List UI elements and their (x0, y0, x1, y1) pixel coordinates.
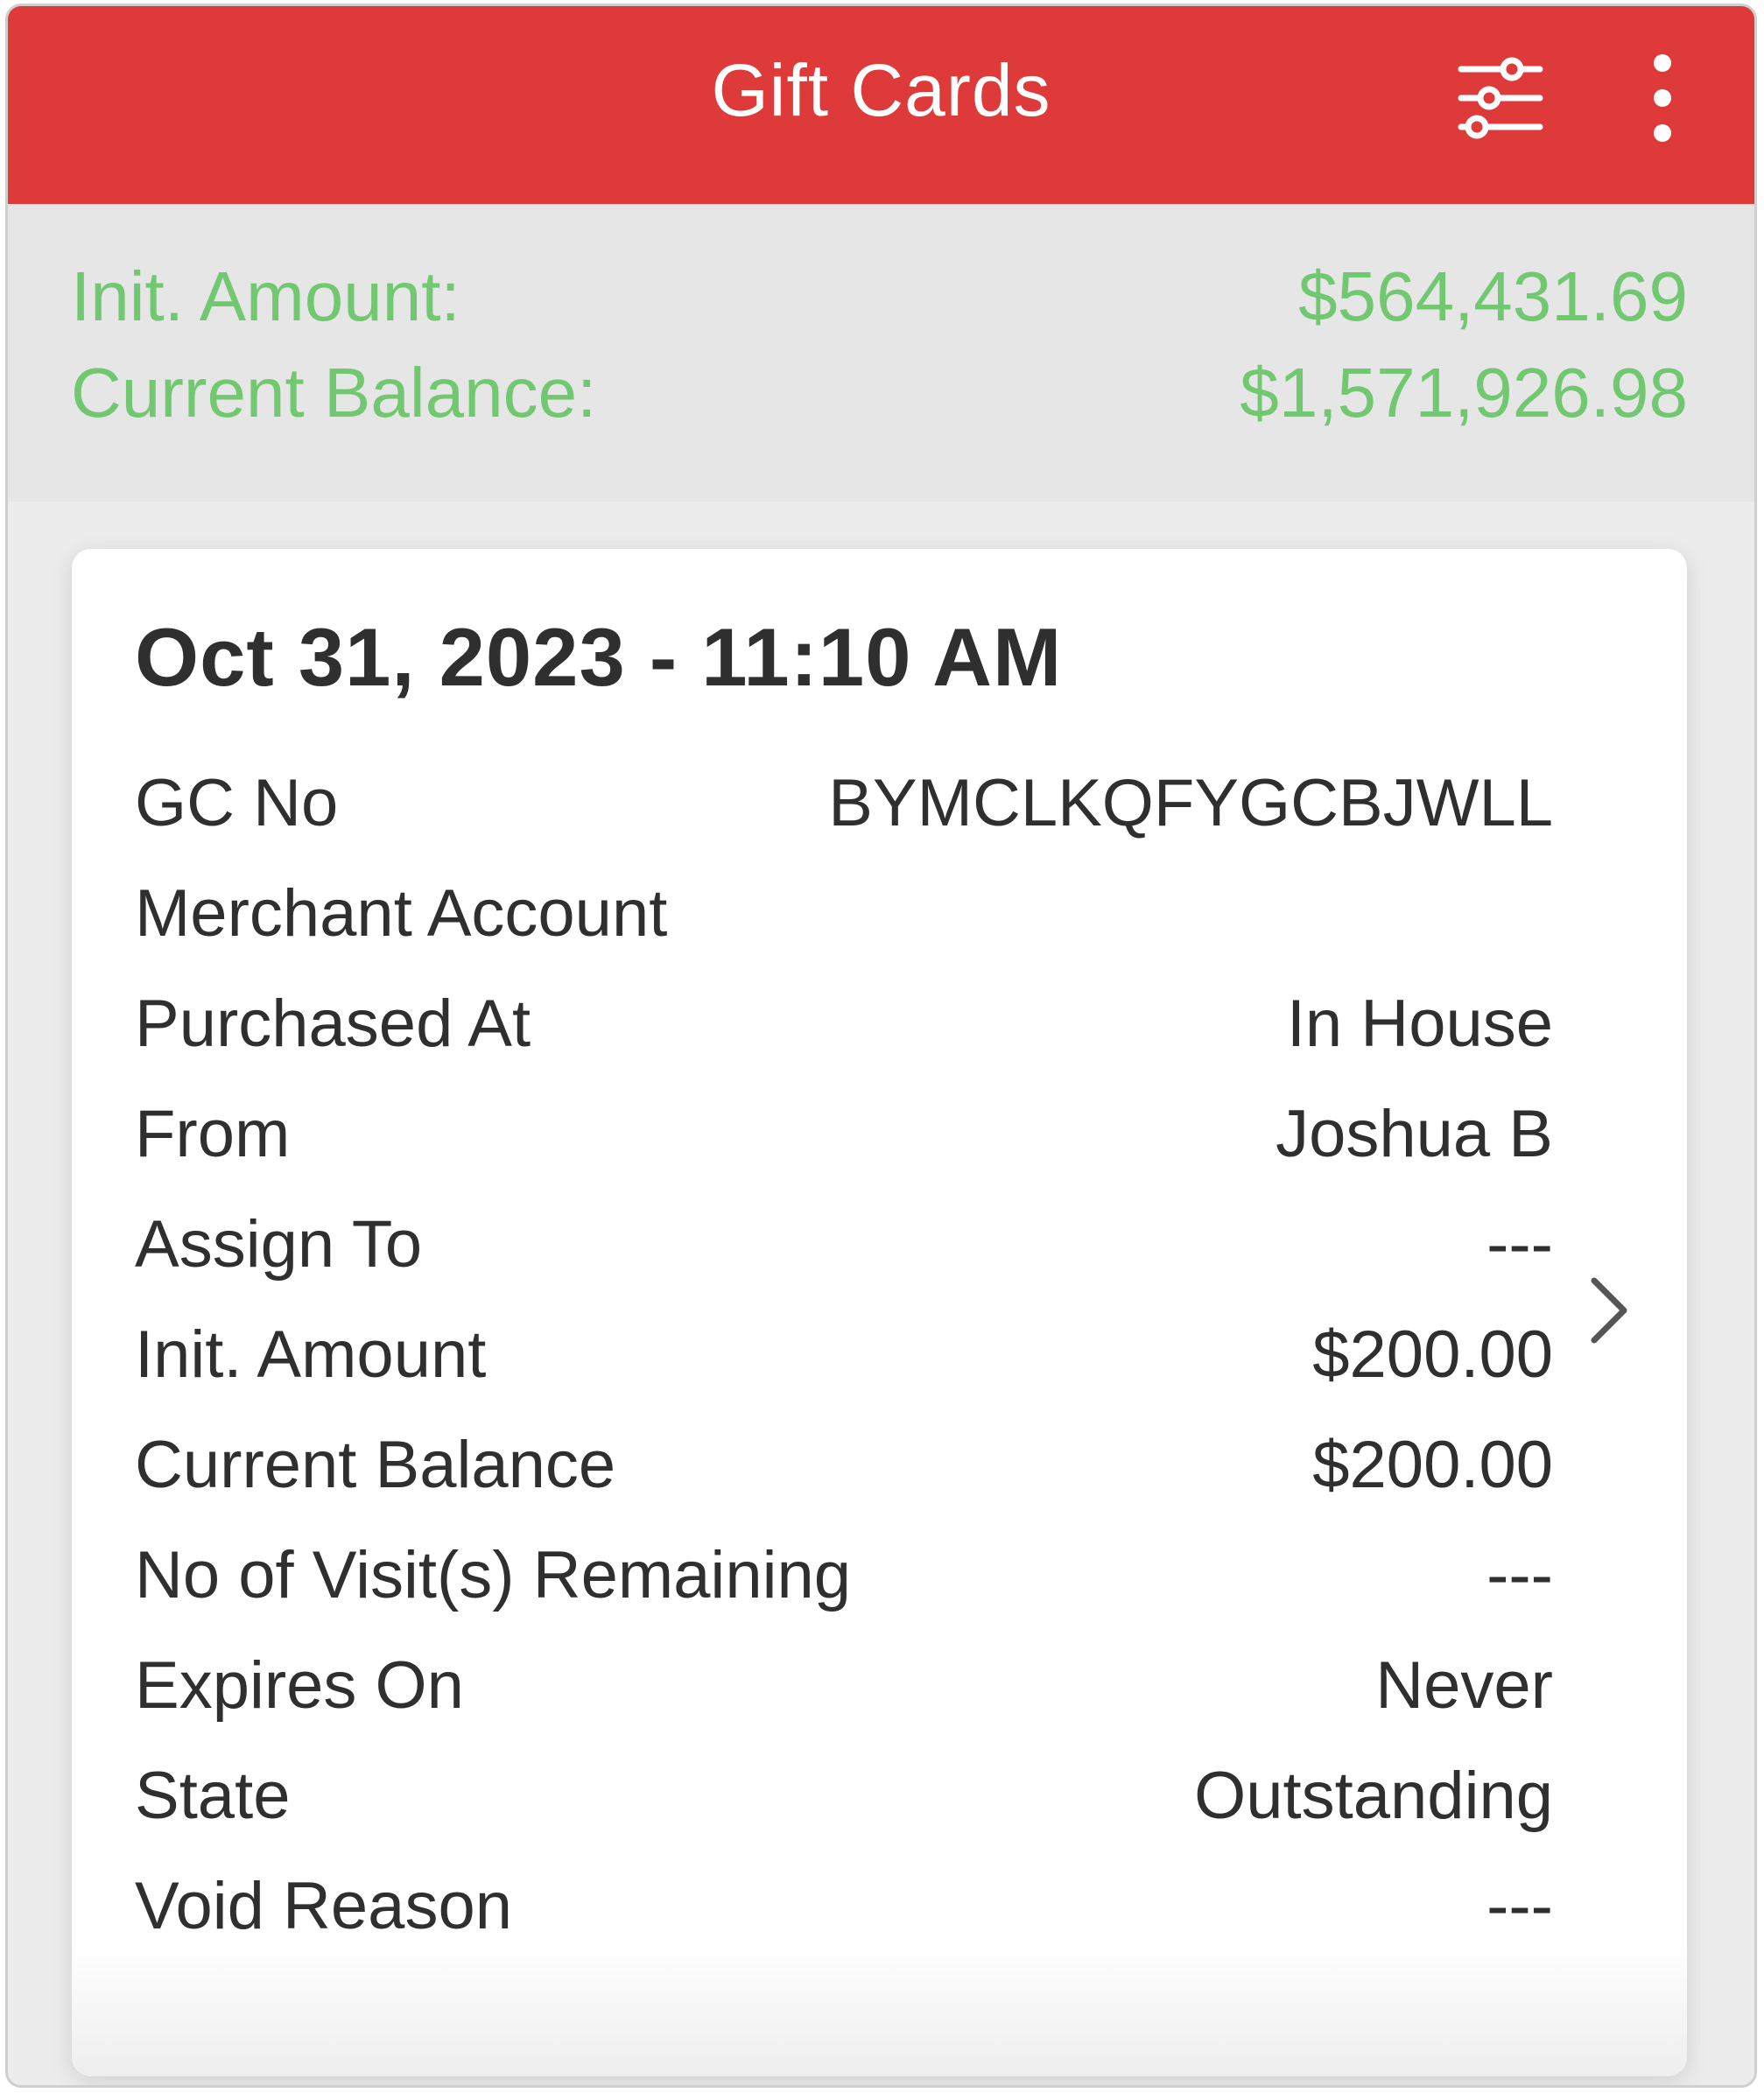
detail-value: BYMCLKQFYGCBJWLL (828, 765, 1553, 840)
detail-row-from: From Joshua B (135, 1090, 1553, 1177)
card-date-title: Oct 31, 2023 - 11:10 AM (135, 611, 1063, 703)
detail-value: Joshua B (1276, 1096, 1553, 1171)
detail-row-current-balance: Current Balance $200.00 (135, 1421, 1553, 1508)
detail-label: From (135, 1096, 291, 1171)
detail-label: Void Reason (135, 1868, 512, 1943)
more-options-button[interactable] (1632, 50, 1693, 146)
detail-row-purchased-at: Purchased At In House (135, 980, 1553, 1067)
detail-label: Current Balance (135, 1427, 616, 1502)
detail-value: $200.00 (1312, 1427, 1553, 1502)
detail-value: In House (1286, 986, 1553, 1061)
detail-label: GC No (135, 765, 339, 840)
summary-init-amount-row: Init. Amount: $564,431.69 (71, 253, 1688, 341)
gift-card-item[interactable]: Oct 31, 2023 - 11:10 AM GC No BYMCLKQFYG… (72, 549, 1687, 2076)
summary-current-balance-value: $1,571,926.98 (1240, 354, 1688, 432)
card-bottom-fade (72, 1945, 1687, 2076)
detail-label: Assign To (135, 1206, 423, 1282)
detail-row-state: State Outstanding (135, 1752, 1553, 1839)
detail-row-init-amount: Init. Amount $200.00 (135, 1310, 1553, 1398)
filter-button[interactable] (1452, 50, 1549, 146)
detail-value: $200.00 (1312, 1317, 1553, 1392)
detail-value: --- (1486, 1868, 1553, 1943)
summary-current-balance-label: Current Balance: (71, 354, 597, 432)
detail-label: Expires On (135, 1647, 464, 1723)
detail-row-assign-to: Assign To --- (135, 1200, 1553, 1288)
summary-init-amount-label: Init. Amount: (71, 257, 460, 335)
detail-row-void-reason: Void Reason --- (135, 1862, 1553, 1949)
detail-label: Merchant Account (135, 875, 668, 951)
detail-row-gc-no: GC No BYMCLKQFYGCBJWLL (135, 759, 1553, 846)
detail-value: --- (1486, 1537, 1553, 1612)
app-frame: Gift Cards Init. Amount: $564,431.69 Cur… (5, 4, 1757, 2088)
chevron-right-icon (1591, 1277, 1627, 1344)
open-details-button[interactable] (1582, 1267, 1634, 1354)
sliders-icon (1458, 57, 1543, 139)
totals-summary: Init. Amount: $564,431.69 Current Balanc… (8, 204, 1754, 502)
detail-label: Purchased At (135, 986, 531, 1061)
detail-row-visits-remaining: No of Visit(s) Remaining --- (135, 1531, 1553, 1619)
detail-row-expires-on: Expires On Never (135, 1641, 1553, 1729)
summary-init-amount-value: $564,431.69 (1298, 257, 1688, 335)
detail-label: No of Visit(s) Remaining (135, 1537, 852, 1612)
summary-current-balance-row: Current Balance: $1,571,926.98 (71, 349, 1688, 437)
app-header: Gift Cards (8, 6, 1754, 204)
more-vertical-icon (1654, 54, 1671, 142)
detail-label: State (135, 1758, 291, 1833)
detail-row-merchant-account: Merchant Account (135, 869, 1553, 957)
detail-value: --- (1486, 1206, 1553, 1282)
detail-label: Init. Amount (135, 1317, 487, 1392)
detail-value: Never (1375, 1647, 1553, 1723)
detail-value: Outstanding (1194, 1758, 1553, 1833)
